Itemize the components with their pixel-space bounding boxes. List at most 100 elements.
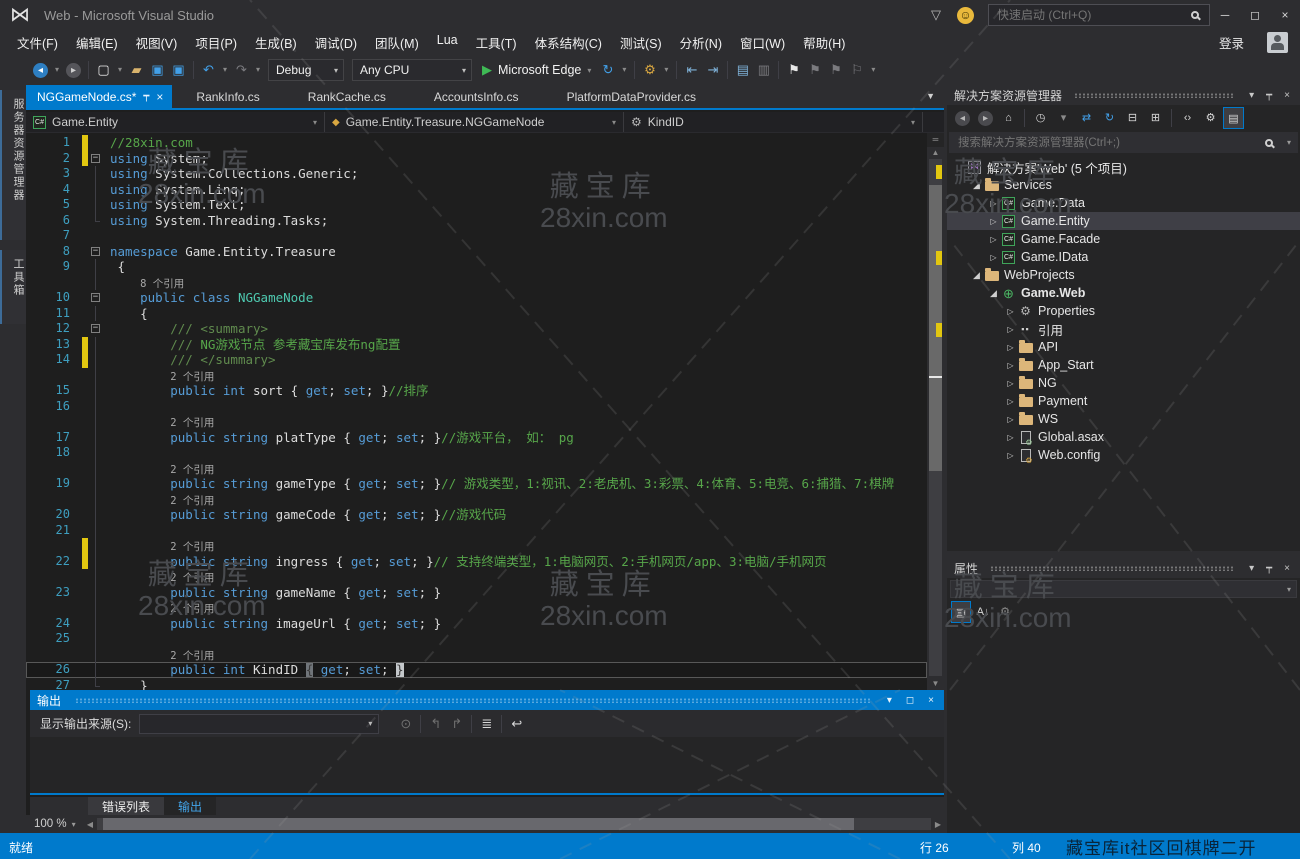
code-line-5[interactable]: 5using System.Text; [26, 197, 927, 213]
menu-item-13[interactable]: 帮助(H) [794, 30, 854, 55]
codelens-row[interactable]: 2 个引用 [26, 492, 927, 508]
copy-icon[interactable]: ⊞ [1145, 107, 1166, 129]
code-line-3[interactable]: 3using System.Collections.Generic; [26, 166, 927, 182]
navigation-dropdown-0[interactable]: C#Game.Entity▾ [26, 112, 325, 132]
tree-item-WebProjects[interactable]: ◢WebProjects [947, 266, 1300, 284]
output-source-combo[interactable]: ▾ [139, 714, 379, 734]
pin-icon[interactable]: ┯ [143, 91, 149, 102]
output-content[interactable] [30, 737, 944, 795]
editor-vertical-scrollbar[interactable]: ═ ▲ ▼ [927, 133, 944, 690]
property-pages-icon[interactable]: ⚙ [995, 601, 1015, 623]
filter-menu-icon[interactable]: ▾ [1053, 107, 1074, 129]
undo-icon[interactable]: ↶ [199, 59, 218, 81]
code-line-18[interactable]: 18 [26, 445, 927, 461]
tree-item-Properties[interactable]: ▷⚙Properties [947, 302, 1300, 320]
next-bookmark-icon[interactable]: ⚑ [826, 59, 845, 81]
scroll-down-icon[interactable]: ▼ [927, 678, 944, 690]
new-file-icon[interactable]: ▢ [94, 59, 113, 81]
next-message-icon[interactable]: ↱ [447, 713, 466, 735]
se-properties-icon[interactable]: ⚙ [1200, 107, 1221, 129]
codelens-row[interactable]: 2 个引用 [26, 461, 927, 477]
solution-search-input[interactable] [956, 136, 1265, 150]
code-line-20[interactable]: 20 public string gameCode { get; set; }/… [26, 507, 927, 523]
collapsed-arrow-icon[interactable]: ▷ [1004, 433, 1017, 442]
codelens-row[interactable]: 2 个引用 [26, 414, 927, 430]
zoom-control[interactable]: 100 % ▾ [26, 818, 84, 830]
codelens-row[interactable]: 2 个引用 [26, 368, 927, 384]
close-button[interactable]: × [1270, 0, 1300, 30]
categorized-icon[interactable]: ▤ [951, 601, 971, 623]
back-icon[interactable]: ◂ [31, 59, 50, 81]
se-back-icon[interactable]: ◂ [952, 107, 973, 129]
word-wrap-icon[interactable]: ↩ [507, 713, 526, 735]
window-menu-icon[interactable]: ▾ [884, 695, 895, 706]
back-menu-icon[interactable]: ▾ [52, 59, 62, 81]
se-forward-icon[interactable]: ▸ [975, 107, 996, 129]
code-line-4[interactable]: 4using System.Linq; [26, 182, 927, 198]
window-menu-icon[interactable]: ▾ [1246, 563, 1257, 574]
tree-item-Services[interactable]: ◢Services [947, 176, 1300, 194]
tree-item-WS[interactable]: ▷WS [947, 410, 1300, 428]
save-icon[interactable]: ▣ [148, 59, 167, 81]
collapsed-arrow-icon[interactable]: ▷ [987, 253, 1000, 262]
menu-item-6[interactable]: 团队(M) [366, 30, 428, 55]
start-debug-button[interactable]: ▶Microsoft Edge▾ [482, 62, 591, 78]
expanded-arrow-icon[interactable]: ◢ [970, 180, 983, 191]
codelens-row[interactable]: 2 个引用 [26, 569, 927, 585]
codelens-row[interactable]: 8 个引用 [26, 275, 927, 291]
expanded-arrow-icon[interactable]: ◢ [987, 288, 1000, 299]
open-file-icon[interactable]: ▰ [127, 59, 146, 81]
horizontal-scrollbar[interactable] [97, 818, 931, 830]
attach-menu-icon[interactable]: ▾ [661, 59, 671, 81]
sign-in-button[interactable]: 登录 [1219, 33, 1244, 52]
collapsed-arrow-icon[interactable]: ▷ [1004, 451, 1017, 460]
code-line-13[interactable]: 13 /// NG游戏节点 参考藏宝库发布ng配置 [26, 337, 927, 353]
menu-item-12[interactable]: 窗口(W) [731, 30, 794, 55]
solution-explorer-titlebar[interactable]: 解决方案资源管理器 ▾ ┯ × [947, 85, 1300, 105]
menu-item-2[interactable]: 视图(V) [127, 30, 187, 55]
sync-active-icon[interactable]: ⇄ [1076, 107, 1097, 129]
horizontal-scrollbar-thumb[interactable] [103, 818, 854, 830]
close-panel-icon[interactable]: × [925, 695, 937, 706]
alphabetical-icon[interactable]: A↓ [973, 601, 993, 623]
scroll-up-icon[interactable]: ▲ [927, 147, 944, 159]
tree-item-Global.asax[interactable]: ▷Global.asax [947, 428, 1300, 446]
code-line-19[interactable]: 19 public string gameType { get; set; }/… [26, 476, 927, 492]
code-line-21[interactable]: 21 [26, 523, 927, 539]
attach-icon[interactable]: ⚙ [640, 59, 659, 81]
refresh-menu-icon[interactable]: ▾ [619, 59, 629, 81]
open-documents-dropdown-icon[interactable]: ▼ [917, 85, 944, 108]
code-line-26[interactable]: 26 public int KindID { get; set; } [26, 662, 927, 678]
platform-combo[interactable]: Any CPU▾ [352, 59, 472, 81]
code-line-17[interactable]: 17 public string platType { get; set; }/… [26, 430, 927, 446]
collapsed-arrow-icon[interactable]: ▷ [1004, 361, 1017, 370]
output-panel-titlebar[interactable]: 输出 ▾ ◻ × [30, 690, 944, 710]
code-line-15[interactable]: 15 public int sort { get; set; }//排序 [26, 383, 927, 399]
maximize-button[interactable]: ◻ [1240, 0, 1270, 30]
code-line-27[interactable]: 27 } [26, 678, 927, 691]
find-message-icon[interactable]: ⊙ [396, 713, 415, 735]
notifications-flag-icon[interactable]: ▽ [931, 7, 941, 23]
new-file-menu-icon[interactable]: ▾ [115, 59, 125, 81]
menu-item-4[interactable]: 生成(B) [246, 30, 306, 55]
navigation-dropdown-2[interactable]: ⚙KindID▾ [624, 112, 923, 132]
window-menu-icon[interactable]: ▾ [1246, 90, 1257, 101]
tree-item-Web.config[interactable]: ▷Web.config [947, 446, 1300, 464]
codelens-row[interactable]: 2 个引用 [26, 538, 927, 554]
document-tab-3[interactable]: AccountsInfo.cs [410, 85, 543, 108]
code-line-10[interactable]: 10− public class NGGameNode [26, 290, 927, 306]
user-avatar-icon[interactable] [1267, 32, 1288, 53]
forward-icon[interactable]: ▸ [64, 59, 83, 81]
collapse-all-icon[interactable]: ⊟ [1122, 107, 1143, 129]
view-code-icon[interactable]: ‹› [1177, 107, 1198, 129]
navigation-dropdown-1[interactable]: ◆Game.Entity.Treasure.NGGameNode▾ [325, 112, 624, 132]
collapsed-arrow-icon[interactable]: ▷ [1004, 343, 1017, 352]
tree-item-NG[interactable]: ▷NG [947, 374, 1300, 392]
splitter-handle-icon[interactable]: ═ [927, 133, 944, 147]
code-line-9[interactable]: 9 { [26, 259, 927, 275]
properties-titlebar[interactable]: 属性 ▾ ┯ × [947, 558, 1300, 578]
code-line-11[interactable]: 11 { [26, 306, 927, 322]
tree-item-Game.IData[interactable]: ▷C#Game.IData [947, 248, 1300, 266]
close-tab-icon[interactable]: × [156, 90, 163, 104]
tree-item-Game.Web[interactable]: ◢⊕Game.Web [947, 284, 1300, 302]
